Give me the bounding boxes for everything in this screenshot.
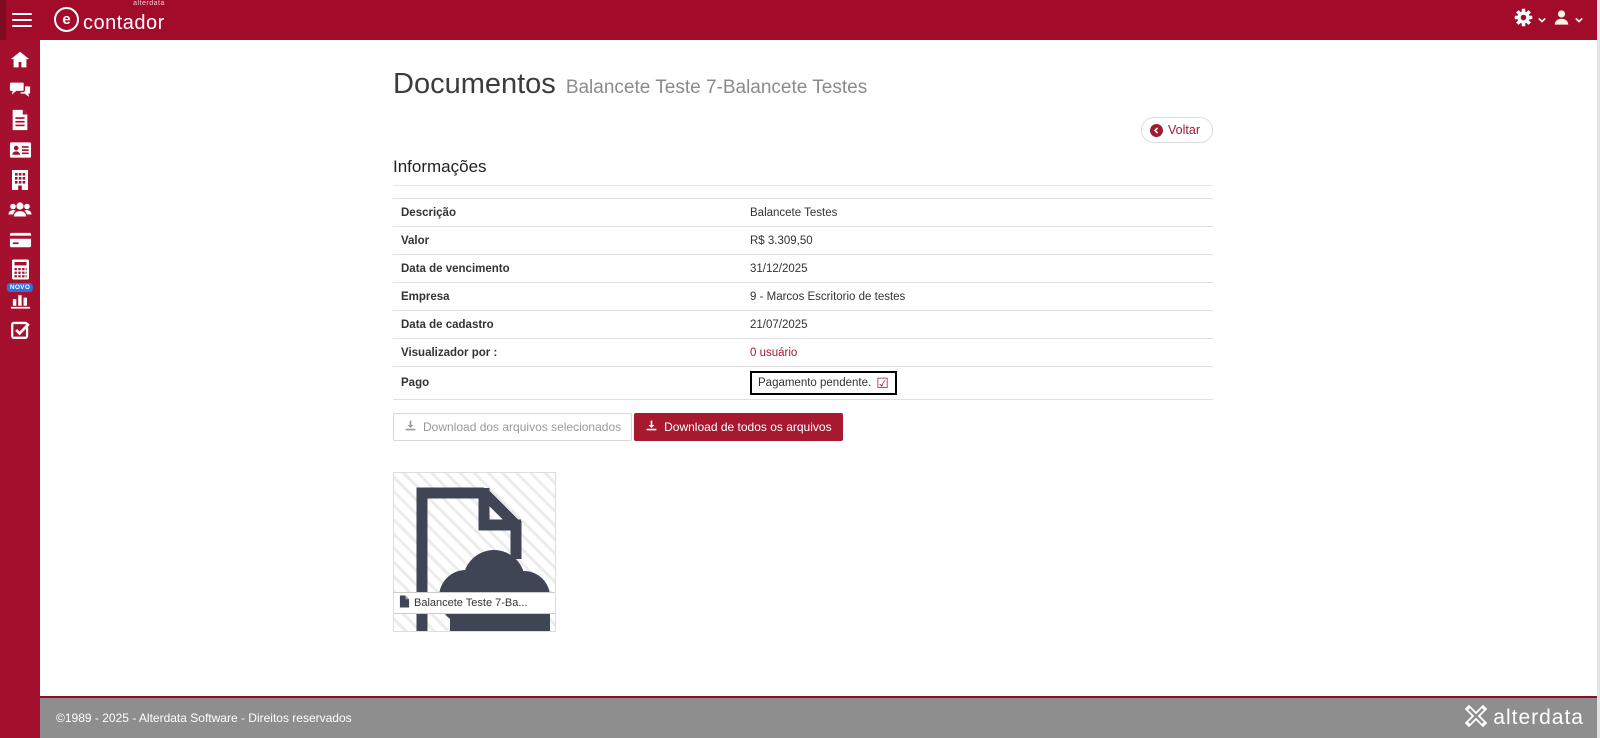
sidebar-item-contacts[interactable] [0, 137, 40, 167]
settings-menu[interactable] [1513, 7, 1547, 33]
copyright-text: ©1989 - 2025 - Alterdata Software - Dire… [56, 711, 352, 725]
gear-icon [1513, 7, 1534, 33]
building-icon [10, 169, 30, 196]
download-selected-button[interactable]: Download dos arquivos selecionados [393, 413, 633, 441]
page-title: Documentos [393, 68, 556, 100]
menu-toggle-icon[interactable] [12, 13, 32, 27]
download-all-button[interactable]: Download de todos os arquivos [634, 413, 843, 441]
alterdata-logo: alterdata [1464, 704, 1584, 733]
file-icon [399, 595, 410, 611]
alterdata-logo-text: alterdata [1493, 706, 1584, 729]
check-square-icon: ☑ [876, 375, 889, 391]
user-icon [1552, 8, 1571, 32]
page-subtitle: Balancete Teste 7-Balancete Testes [565, 77, 868, 98]
info-table: Descrição Balancete Testes Valor R$ 3.30… [393, 198, 1213, 400]
info-row-cadastro: Data de cadastro 21/07/2025 [393, 311, 1213, 339]
sidebar-item-payments[interactable] [0, 227, 40, 257]
info-row-descricao: Descrição Balancete Testes [393, 199, 1213, 227]
info-row-valor: Valor R$ 3.309,50 [393, 227, 1213, 255]
sidebar-item-home[interactable] [0, 47, 40, 77]
file-label: Balancete Teste 7-Ba... [394, 592, 555, 614]
check-square-icon [10, 319, 31, 345]
sidebar-item-users[interactable] [0, 197, 40, 227]
novo-badge: NOVO [6, 283, 34, 292]
download-icon [645, 419, 658, 435]
viewers-link[interactable]: 0 usuário [750, 347, 797, 359]
comments-icon [9, 79, 31, 106]
info-row-pago: Pago Pagamento pendente. ☑ [393, 367, 1213, 400]
topbar: e contador alterdata [0, 0, 1600, 40]
sidebar-item-messages[interactable] [0, 77, 40, 107]
sidebar-item-calculator[interactable]: NOVO [0, 257, 40, 292]
brand-super: alterdata [133, 0, 165, 7]
info-row-vencimento: Data de vencimento 31/12/2025 [393, 255, 1213, 283]
brand-name: contador [83, 12, 165, 34]
users-icon [8, 200, 32, 225]
back-button[interactable]: Voltar [1141, 117, 1213, 143]
download-icon [404, 419, 417, 435]
sidebar-item-companies[interactable] [0, 167, 40, 197]
app-window: e contador alterdata NOVO Documentos Bal… [0, 0, 1600, 738]
chevron-down-icon [1574, 11, 1584, 29]
brand-e-icon: e [54, 7, 79, 32]
sidebar-item-tasks[interactable] [0, 317, 40, 347]
alterdata-mark-icon [1464, 704, 1488, 733]
user-menu[interactable] [1552, 8, 1584, 32]
sidebar-item-documents[interactable] [0, 107, 40, 137]
credit-card-icon [9, 231, 32, 254]
home-icon [9, 49, 31, 76]
info-row-empresa: Empresa 9 - Marcos Escritorio de testes [393, 283, 1213, 311]
brand-logo[interactable]: e contador alterdata [54, 0, 165, 34]
page-head: Documentos Balancete Teste 7-Balancete T… [393, 68, 1213, 101]
document-icon [10, 109, 30, 136]
payment-status[interactable]: Pagamento pendente. ☑ [750, 371, 897, 395]
chevron-down-icon [1537, 11, 1547, 29]
info-row-visualizador: Visualizador por : 0 usuário [393, 339, 1213, 367]
id-card-icon [9, 140, 32, 165]
sidebar: NOVO [0, 40, 40, 738]
main-content: Documentos Balancete Teste 7-Balancete T… [40, 40, 1600, 694]
file-thumbnail[interactable]: Balancete Teste 7-Ba... [393, 472, 556, 632]
footer: ©1989 - 2025 - Alterdata Software - Dire… [40, 696, 1600, 738]
section-title: Informações [393, 157, 1213, 186]
topbar-edge [0, 0, 6, 40]
arrow-left-circle-icon [1150, 123, 1164, 137]
calculator-icon [11, 259, 30, 285]
bar-chart-icon [10, 290, 31, 315]
